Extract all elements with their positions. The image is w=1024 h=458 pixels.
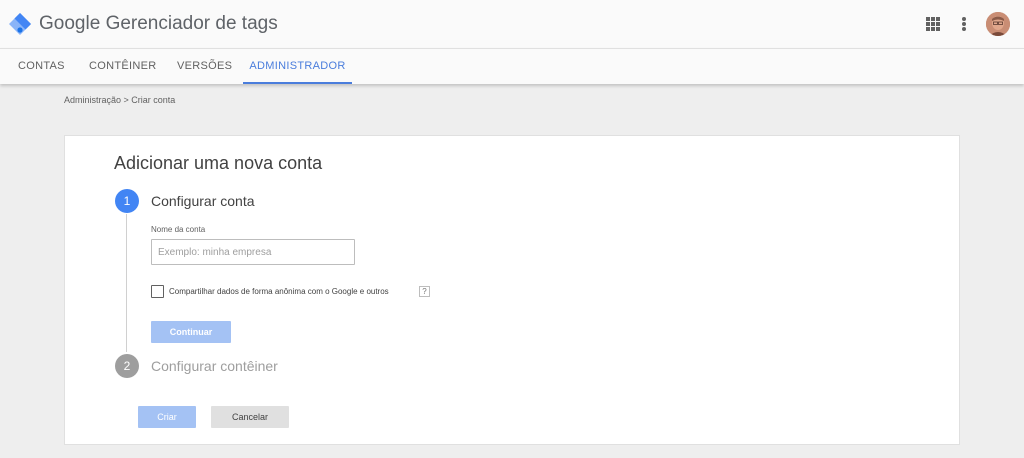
step-connector xyxy=(126,214,127,352)
help-icon[interactable]: ? xyxy=(419,286,430,297)
create-account-card: Adicionar uma nova conta 1 Configurar co… xyxy=(64,135,960,445)
cancel-button[interactable]: Cancelar xyxy=(211,406,289,428)
step-1-title: Configurar conta xyxy=(151,193,255,209)
breadcrumb: Administração > Criar conta xyxy=(64,95,176,105)
brand-product: Gerenciador de tags xyxy=(105,13,278,34)
product-title: Google Gerenciador de tags xyxy=(39,12,278,36)
tab-contas[interactable]: CONTAS xyxy=(18,49,65,84)
step-2-badge: 2 xyxy=(115,354,139,378)
step-1-badge: 1 xyxy=(115,189,139,213)
share-data-label[interactable]: Compartilhar dados de forma anônima com … xyxy=(169,287,389,296)
apps-grid-icon[interactable] xyxy=(926,17,940,31)
create-button[interactable]: Criar xyxy=(138,406,196,428)
tab-administrador[interactable]: ADMINISTRADOR xyxy=(243,49,352,84)
continue-button[interactable]: Continuar xyxy=(151,321,231,343)
account-name-label: Nome da conta xyxy=(151,225,206,234)
gtm-logo-icon[interactable] xyxy=(8,12,32,36)
tab-bar: CONTAS CONTÊINER VERSÕES ADMINISTRADOR xyxy=(0,48,1024,84)
step-2-title: Configurar contêiner xyxy=(151,358,278,374)
tab-conteiner[interactable]: CONTÊINER xyxy=(89,49,156,84)
tab-versoes[interactable]: VERSÕES xyxy=(177,49,232,84)
brand-google: Google xyxy=(39,13,101,34)
avatar[interactable] xyxy=(986,12,1010,36)
account-name-input[interactable] xyxy=(151,239,355,265)
more-vert-icon[interactable] xyxy=(962,17,966,31)
share-data-checkbox[interactable] xyxy=(151,285,164,298)
top-app-bar: Google Gerenciador de tags xyxy=(0,0,1024,48)
page-title: Adicionar uma nova conta xyxy=(114,153,323,173)
